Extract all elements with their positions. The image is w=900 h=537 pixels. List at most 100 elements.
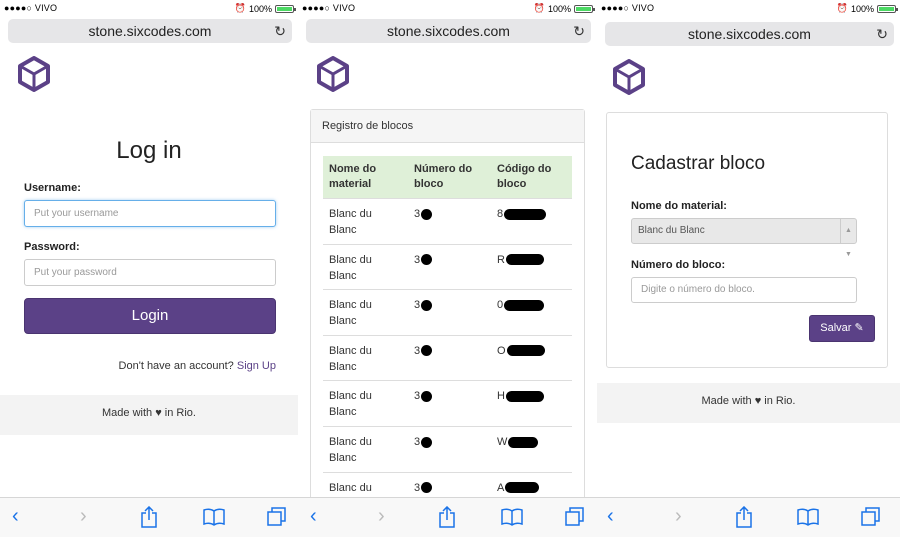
- heart-icon: ♥: [754, 395, 762, 407]
- carrier-signal: ●●●●○ VIVO: [302, 3, 356, 13]
- material-select[interactable]: Blanc du Blanc ▲ ▼: [631, 218, 857, 258]
- redaction-mark: [421, 254, 433, 266]
- redaction-mark: [506, 345, 545, 357]
- back-icon[interactable]: ‹: [607, 506, 614, 526]
- signup-link[interactable]: Sign Up: [237, 360, 276, 372]
- address-bar[interactable]: stone.sixcodes.com ↻: [605, 22, 894, 46]
- table-row[interactable]: Blanc du Blanc 3 W: [323, 425, 572, 473]
- alarm-icon: ⏰: [234, 3, 246, 13]
- save-button-label: Salvar: [820, 322, 852, 334]
- footer: Made with ♥ in Rio.: [597, 383, 900, 423]
- forward-icon[interactable]: ›: [378, 506, 385, 526]
- tabs-icon[interactable]: [861, 507, 881, 527]
- table-header-row: Nome do material Número do bloco Código …: [323, 156, 572, 199]
- status-bar: ●●●●○ VIVO ⏰ 100%: [597, 0, 900, 16]
- login-button[interactable]: Login: [24, 298, 276, 334]
- battery-icon: [877, 4, 898, 13]
- carrier-signal: ●●●●○ VIVO: [4, 3, 58, 13]
- material-label: Nome do material:: [631, 200, 727, 212]
- save-button[interactable]: Salvar ✎: [809, 315, 875, 342]
- cell-material: Blanc du Blanc: [323, 198, 408, 245]
- battery-percent: 100%: [547, 3, 571, 14]
- cell-code: 8: [491, 198, 572, 245]
- bookmarks-icon[interactable]: [501, 508, 523, 526]
- cell-material: Blanc du Blanc: [323, 334, 408, 381]
- url-text: stone.sixcodes.com: [688, 26, 811, 42]
- alarm-icon: ⏰: [836, 3, 848, 13]
- reload-icon[interactable]: ↻: [876, 22, 888, 46]
- username-input[interactable]: Put your username: [24, 200, 276, 227]
- cell-code: R: [491, 243, 572, 290]
- battery-icon: [574, 4, 595, 13]
- signup-prompt: Don't have an account? Sign Up: [119, 360, 276, 372]
- cell-number: 3: [408, 243, 491, 290]
- tabs-icon[interactable]: [565, 507, 585, 527]
- page-title: Log in: [116, 137, 182, 164]
- cell-number: 3: [408, 425, 491, 473]
- redaction-mark: [508, 436, 539, 448]
- panel-title: Registro de blocos: [311, 110, 584, 143]
- table-row[interactable]: Blanc du Blanc 3 R: [323, 243, 572, 290]
- no-account-text: Don't have an account?: [118, 360, 234, 372]
- cell-code: H: [491, 380, 572, 427]
- redaction-mark: [505, 390, 544, 402]
- battery-percent: 100%: [850, 3, 874, 14]
- app-logo-icon[interactable]: [16, 56, 52, 92]
- table-row[interactable]: Blanc du Blanc 3 8: [323, 198, 572, 245]
- address-bar[interactable]: stone.sixcodes.com ↻: [306, 19, 591, 43]
- redaction-mark: [421, 436, 433, 448]
- cell-material: Blanc du Blanc: [323, 425, 408, 473]
- cell-material: Blanc du Blanc: [323, 243, 408, 290]
- col-material: Nome do material: [323, 156, 408, 199]
- app-logo-icon[interactable]: [315, 56, 351, 92]
- share-icon[interactable]: [140, 506, 158, 528]
- status-bar: ●●●●○ VIVO ⏰ 100%: [298, 0, 597, 16]
- redaction-mark: [504, 208, 547, 220]
- password-input[interactable]: Put your password: [24, 259, 276, 286]
- col-code: Código do bloco: [491, 156, 572, 199]
- cell-code: 0: [491, 289, 572, 336]
- url-text: stone.sixcodes.com: [387, 23, 510, 39]
- cell-number: 3: [408, 198, 491, 245]
- redaction-mark: [505, 482, 540, 494]
- alarm-icon: ⏰: [533, 3, 545, 13]
- battery-percent: 100%: [248, 3, 272, 14]
- reload-icon[interactable]: ↻: [573, 19, 585, 43]
- forward-icon[interactable]: ›: [675, 506, 682, 526]
- browser-toolbar: ‹ ›: [298, 497, 597, 537]
- table-row[interactable]: Blanc du Blanc 3 0: [323, 289, 572, 336]
- cell-material: Blanc du Blanc: [323, 289, 408, 336]
- save-icon: ✎: [854, 322, 864, 334]
- redaction-mark: [421, 345, 433, 357]
- table-row[interactable]: Blanc du Blanc 3 H: [323, 380, 572, 427]
- bookmarks-icon[interactable]: [203, 508, 225, 526]
- share-icon[interactable]: [438, 506, 456, 528]
- browser-toolbar: ‹ ›: [0, 497, 298, 537]
- register-block-screen: ●●●●○ VIVO ⏰ 100% stone.sixcodes.com ↻ C…: [597, 0, 900, 537]
- cell-material: Blanc du Blanc: [323, 380, 408, 427]
- redaction-mark: [421, 208, 433, 220]
- reload-icon[interactable]: ↻: [274, 19, 286, 43]
- block-number-input[interactable]: Digite o número do bloco.: [631, 277, 857, 303]
- material-selected-value: Blanc du Blanc: [638, 225, 705, 236]
- back-icon[interactable]: ‹: [310, 506, 317, 526]
- app-logo-icon[interactable]: [611, 59, 647, 95]
- form-title: Cadastrar bloco: [631, 153, 766, 174]
- status-bar: ●●●●○ VIVO ⏰ 100%: [0, 0, 298, 16]
- address-bar[interactable]: stone.sixcodes.com ↻: [8, 19, 292, 43]
- block-number-label: Número do bloco:: [631, 259, 726, 271]
- table-row[interactable]: Blanc du Blanc 3 O: [323, 334, 572, 381]
- forward-icon[interactable]: ›: [80, 506, 87, 526]
- footer: Made with ♥ in Rio.: [0, 395, 298, 435]
- share-icon[interactable]: [735, 506, 753, 528]
- url-text: stone.sixcodes.com: [88, 23, 212, 39]
- login-screen: ●●●●○ VIVO ⏰ 100% stone.sixcodes.com ↻ L…: [0, 0, 298, 537]
- col-number: Número do bloco: [408, 156, 491, 199]
- redaction-mark: [505, 254, 544, 266]
- cell-code: O: [491, 334, 572, 381]
- cell-number: 3: [408, 289, 491, 336]
- bookmarks-icon[interactable]: [797, 508, 819, 526]
- back-icon[interactable]: ‹: [12, 506, 19, 526]
- username-label: Username:: [24, 182, 81, 194]
- tabs-icon[interactable]: [267, 507, 287, 527]
